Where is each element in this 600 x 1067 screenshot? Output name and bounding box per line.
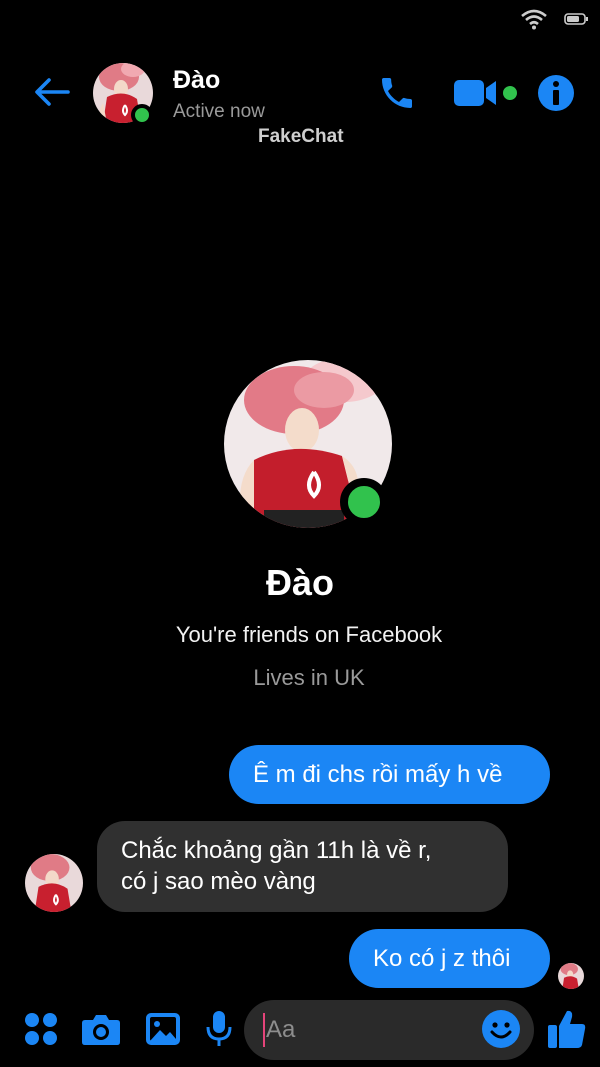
message-bubble-incoming[interactable]: Chắc khoảng gần 11h là về r, có j sao mè…	[97, 821, 508, 912]
message-bubble-outgoing[interactable]: Ko có j z thôi	[349, 929, 550, 988]
profile-name: Đào	[265, 562, 334, 603]
emoji-button[interactable]	[480, 1009, 522, 1054]
message-text: Chắc khoảng gần 11h là về r,	[121, 837, 432, 864]
text-cursor	[263, 1013, 265, 1047]
friends-status-text: You're friends on Facebook	[175, 622, 443, 647]
gallery-button[interactable]	[140, 1008, 186, 1054]
video-call-button[interactable]	[452, 72, 524, 118]
info-icon	[537, 74, 575, 117]
four-dots-icon	[24, 1012, 58, 1051]
microphone-icon	[205, 1010, 233, 1053]
camera-icon	[81, 1012, 121, 1051]
wifi-icon	[520, 8, 548, 30]
apps-button[interactable]	[18, 1008, 64, 1054]
info-button[interactable]	[536, 72, 576, 118]
watermark-text: FakeChat	[258, 126, 344, 147]
message-text: Ê m đi chs rồi mấy h về	[253, 761, 503, 788]
camera-button[interactable]	[78, 1008, 124, 1054]
contact-name[interactable]: Đào	[173, 66, 220, 95]
smiley-icon	[481, 1009, 521, 1054]
online-status-dot	[131, 104, 153, 126]
message-text: Ko có j z thôi	[373, 945, 511, 972]
phone-icon	[377, 73, 417, 118]
seen-indicator-avatar	[558, 963, 584, 989]
avatar[interactable]	[25, 854, 83, 912]
location-text: Lives in UK	[253, 665, 365, 690]
message-text: có j sao mèo vàng	[121, 868, 316, 895]
active-status: Active now	[173, 101, 265, 122]
arrow-left-icon	[34, 77, 70, 112]
message-bubble-outgoing[interactable]: Ê m đi chs rồi mấy h về	[229, 745, 550, 804]
voice-message-button[interactable]	[196, 1008, 242, 1054]
online-status-dot	[340, 478, 388, 526]
video-camera-icon	[452, 77, 520, 114]
like-button[interactable]	[544, 1006, 590, 1056]
image-icon	[145, 1012, 181, 1051]
back-button[interactable]	[30, 72, 74, 116]
message-input[interactable]	[266, 1014, 466, 1046]
battery-icon	[564, 12, 590, 26]
audio-call-button[interactable]	[374, 72, 420, 118]
thumbs-up-icon	[547, 1008, 587, 1055]
